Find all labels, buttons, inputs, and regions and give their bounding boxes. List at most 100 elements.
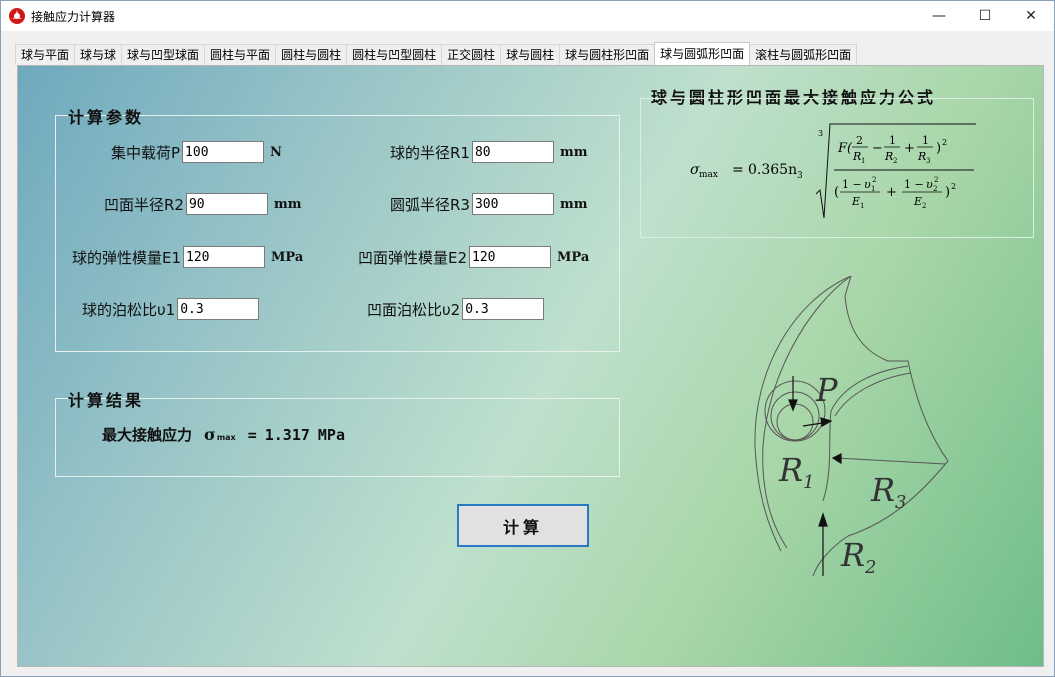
tab-cylinder-concave-cylinder[interactable]: 圆柱与凹型圆柱 [346, 44, 443, 65]
results-group: 计算结果 最大接触应力 σ max = 1.317 MPa [55, 391, 620, 477]
label-R2: 凹面半径R2 [104, 195, 184, 214]
formula-coefficient: 0.365n [748, 162, 797, 178]
diagram-label-P: P [815, 371, 838, 409]
unit-R2: mm [273, 196, 302, 212]
svg-text:2: 2 [951, 182, 956, 191]
svg-text:+: + [886, 185, 897, 200]
unit-E2: MPa [557, 249, 590, 265]
result-symbol-sub: max [216, 433, 236, 442]
label-E2: 凹面弹性模量E2 [358, 248, 468, 267]
svg-text:R: R [917, 150, 926, 163]
svg-text:R: R [884, 150, 893, 163]
label-R3: 圆弧半径R3 [390, 195, 470, 214]
svg-text:1: 1 [860, 202, 864, 210]
app-window: 接触应力计算器 — ☐ ✕ 球与平面 球与球 球与凹型球面 圆柱与平面 圆柱与圆… [0, 0, 1055, 677]
input-P[interactable]: 100 [182, 141, 265, 163]
params-group: 计算参数 集中载荷P 100 N 球的半径R1 80 mm 凹面半径R2 90 … [55, 108, 620, 352]
tab-ball-plane[interactable]: 球与平面 [15, 44, 76, 65]
svg-text:2: 2 [922, 202, 926, 210]
input-R2[interactable]: 90 [185, 193, 268, 215]
field-v1: 球的泊松比υ1 0.3 [82, 298, 260, 320]
field-R1: 球的半径R1 80 mm [390, 141, 587, 163]
tab-content-panel: 计算参数 集中载荷P 100 N 球的半径R1 80 mm 凹面半径R2 90 … [17, 65, 1044, 667]
svg-text:3: 3 [926, 157, 930, 165]
input-R1[interactable]: 80 [471, 141, 554, 163]
tab-ball-cylindrical-groove[interactable]: 球与圆柱形凹面 [559, 44, 656, 65]
unit-E1: MPa [271, 249, 304, 265]
field-E1: 球的弹性模量E1 120 MPa [72, 246, 303, 268]
result-unit: MPa [317, 426, 345, 444]
unit-R3: mm [559, 196, 588, 212]
svg-text:1: 1 [922, 134, 929, 147]
tab-roller-arc-groove[interactable]: 滚柱与圆弧形凹面 [749, 44, 858, 65]
formula-equals: = [732, 162, 744, 178]
svg-text:(: ( [834, 185, 839, 200]
tab-strip: 球与平面 球与球 球与凹型球面 圆柱与平面 圆柱与圆柱 圆柱与凹型圆柱 正交圆柱… [15, 42, 858, 65]
field-v2: 凹面泊松比υ2 0.3 [367, 298, 545, 320]
svg-text:+: + [904, 141, 915, 156]
app-logo-icon [9, 8, 25, 24]
result-equals: = [247, 426, 257, 444]
label-v1: 球的泊松比υ1 [82, 300, 176, 319]
calculate-button[interactable]: 计算 [457, 504, 589, 547]
svg-text:): ) [945, 185, 950, 200]
input-v2[interactable]: 0.3 [462, 298, 545, 320]
svg-text:υ: υ [864, 178, 871, 191]
input-v1[interactable]: 0.3 [177, 298, 260, 320]
diagram-label-R2-sub: 2 [864, 557, 876, 578]
window-title: 接触应力计算器 [31, 9, 116, 24]
result-line: 最大接触应力 σ max = 1.317 MPa [102, 424, 345, 445]
svg-text:E: E [913, 195, 922, 208]
label-v2: 凹面泊松比υ2 [367, 300, 461, 319]
svg-text:1 −: 1 − [904, 178, 924, 191]
minimize-button[interactable]: — [916, 1, 962, 31]
field-P: 集中载荷P 100 N [111, 141, 282, 163]
input-E1[interactable]: 120 [183, 246, 266, 268]
label-R1: 球的半径R1 [390, 143, 470, 162]
formula-root-index: 3 [818, 129, 823, 138]
title-bar: 接触应力计算器 — ☐ ✕ [1, 1, 1054, 31]
maximize-button[interactable]: ☐ [962, 1, 1008, 31]
svg-text:υ: υ [926, 178, 933, 191]
field-R3: 圆弧半径R3 300 mm [390, 193, 587, 215]
svg-text:2: 2 [942, 138, 947, 147]
params-group-title: 计算参数 [68, 108, 145, 127]
svg-text:E: E [851, 195, 860, 208]
svg-text:1: 1 [889, 134, 896, 147]
svg-text:2: 2 [856, 134, 863, 147]
tab-ball-cylinder[interactable]: 球与圆柱 [500, 44, 561, 65]
label-P: 集中载荷P [111, 143, 181, 162]
svg-text:2: 2 [893, 157, 897, 165]
diagram-label-R1-sub: 1 [803, 472, 814, 493]
label-E1: 球的弹性模量E1 [72, 248, 182, 267]
result-symbol: σ [204, 425, 216, 444]
contact-geometry-diagram: P R 1 R 3 R 2 [754, 276, 949, 578]
svg-text:F(: F( [837, 141, 853, 156]
svg-text:1 −: 1 − [842, 178, 862, 191]
result-label: 最大接触应力 [102, 426, 193, 444]
unit-R1: mm [559, 144, 588, 160]
diagram-label-R3: R [870, 471, 895, 509]
field-R2: 凹面半径R2 90 mm [104, 193, 301, 215]
tab-ball-ball[interactable]: 球与球 [74, 44, 123, 65]
input-E2[interactable]: 120 [469, 246, 552, 268]
svg-text:): ) [936, 141, 941, 156]
svg-text:2: 2 [934, 176, 938, 184]
tab-cylinder-cylinder[interactable]: 圆柱与圆柱 [275, 44, 348, 65]
svg-text:R: R [852, 150, 861, 163]
unit-P: N [270, 144, 282, 160]
tab-crossed-cylinders[interactable]: 正交圆柱 [441, 44, 502, 65]
formula-lhs-sub: max [699, 170, 718, 180]
input-R3[interactable]: 300 [471, 193, 554, 215]
close-button[interactable]: ✕ [1008, 1, 1054, 31]
svg-text:2: 2 [872, 176, 876, 184]
tab-ball-concave-sphere[interactable]: 球与凹型球面 [121, 44, 206, 65]
svg-text:1: 1 [861, 157, 865, 165]
result-value: 1.317 [264, 426, 310, 444]
diagram-label-R1: R [778, 451, 803, 489]
contact-stress-formula: σ max = 0.365n 3 3 F( 2 R 1 − 1 R 2 + 1 … [690, 123, 976, 219]
tab-ball-arc-groove[interactable]: 球与圆弧形凹面 [654, 42, 751, 65]
tab-cylinder-plane[interactable]: 圆柱与平面 [204, 44, 277, 65]
results-group-title: 计算结果 [68, 391, 145, 410]
field-E2: 凹面弹性模量E2 120 MPa [358, 246, 589, 268]
